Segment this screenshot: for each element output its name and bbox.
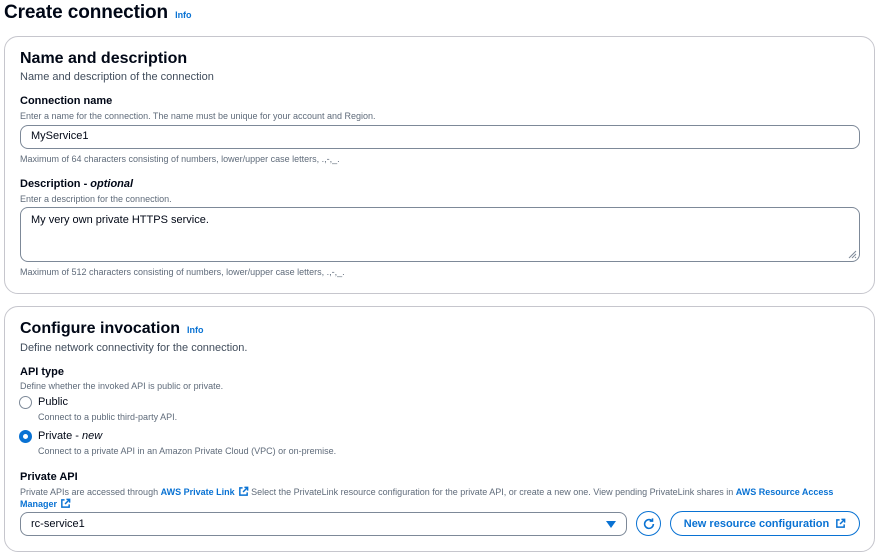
description-field-description: Enter a description for the connection. — [20, 194, 172, 204]
private-api-desc-part1: Private APIs are accessed through — [20, 487, 161, 497]
public-radio[interactable] — [19, 396, 32, 409]
new-resource-configuration-label: New resource configuration — [683, 517, 830, 530]
invocation-section-description: Define network connectivity for the conn… — [20, 342, 248, 354]
connection-name-constraint: Maximum of 64 characters consisting of n… — [20, 154, 340, 164]
invocation-info-link[interactable]: Info — [187, 325, 204, 335]
name-section-title: Name and description — [20, 50, 188, 67]
private-radio-label-text: Private - — [38, 430, 83, 442]
connection-name-value: MyService1 — [31, 130, 89, 142]
page-info-link[interactable]: Info — [175, 10, 192, 20]
public-radio-description: Connect to a public third-party API. — [38, 412, 178, 422]
connection-name-description: Enter a name for the connection. The nam… — [20, 111, 376, 121]
public-radio-label[interactable]: Public — [38, 396, 68, 408]
description-textarea[interactable]: My very own private HTTPS service. — [20, 207, 860, 262]
page-header: Create connection Info — [4, 2, 192, 24]
aws-private-link-text: AWS Private Link — [160, 487, 235, 497]
private-api-label: Private API — [20, 471, 78, 483]
private-api-selected-value: rc-service1 — [31, 518, 85, 530]
private-radio-new-tag: new — [82, 430, 103, 442]
configure-invocation-panel: Configure invocation Info Define network… — [4, 306, 875, 552]
private-radio-label[interactable]: Private - new — [38, 430, 102, 442]
refresh-icon — [643, 517, 654, 529]
private-api-description: Private APIs are accessed through AWS Pr… — [20, 486, 865, 510]
api-type-label: API type — [20, 366, 65, 378]
description-constraint: Maximum of 512 characters consisting of … — [20, 267, 345, 277]
external-link-icon — [836, 518, 846, 528]
external-link-icon — [61, 498, 71, 508]
private-api-select[interactable]: rc-service1 — [20, 512, 627, 536]
resize-grip-icon[interactable] — [847, 249, 857, 259]
caret-down-icon — [606, 521, 616, 528]
invocation-section-title: Configure invocation — [20, 320, 180, 337]
description-label-text: Description - — [20, 178, 91, 190]
invocation-header: Configure invocation Info — [20, 320, 204, 338]
external-link-icon — [238, 486, 248, 496]
description-value: My very own private HTTPS service. — [31, 214, 209, 226]
private-api-desc-part2: Select the PrivateLink resource configur… — [248, 487, 736, 497]
connection-name-input[interactable]: MyService1 — [20, 125, 860, 149]
page-title: Create connection — [4, 2, 169, 23]
connection-name-label: Connection name — [20, 95, 113, 107]
private-radio[interactable] — [19, 430, 32, 443]
api-type-description: Define whether the invoked API is public… — [20, 381, 224, 391]
description-optional-text: optional — [90, 178, 134, 190]
new-resource-configuration-button[interactable]: New resource configuration — [670, 511, 860, 536]
aws-private-link-link[interactable]: AWS Private Link — [160, 486, 249, 497]
name-description-panel: Name and description Name and descriptio… — [4, 36, 875, 294]
private-radio-description: Connect to a private API in an Amazon Pr… — [38, 446, 337, 456]
name-section-description: Name and description of the connection — [20, 71, 214, 83]
description-label: Description - optional — [20, 178, 133, 190]
refresh-button[interactable] — [636, 511, 661, 536]
